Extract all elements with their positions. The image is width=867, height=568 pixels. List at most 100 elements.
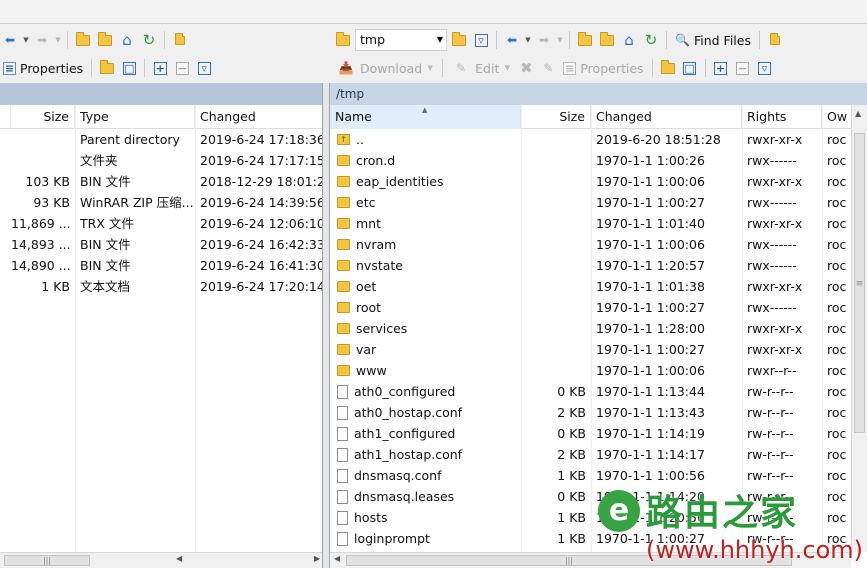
forward-arrow-icon[interactable]: ➡ <box>534 30 554 50</box>
cell-name: nvram <box>330 234 521 255</box>
table-row[interactable]: root 1970-1-1 1:00:27 rwx------ roc <box>330 297 852 318</box>
new-folder-icon[interactable] <box>658 58 678 78</box>
copy-window-icon[interactable]: □ <box>680 58 700 78</box>
col-owner-header[interactable]: Ow <box>822 105 852 129</box>
table-row[interactable]: 14,890 ... BIN 文件 2019-6-24 16:41:30 <box>0 255 322 276</box>
select-plus-icon[interactable]: + <box>711 58 731 78</box>
scroll-thumb[interactable]: ||| <box>4 555 90 566</box>
parent-folder-icon: ↑ <box>337 134 350 145</box>
table-row[interactable]: 1 KB 文本文档 2019-6-24 17:20:14 <box>0 276 322 297</box>
edit-button[interactable]: ✎ Edit ▼ <box>448 57 514 79</box>
file-icon <box>337 510 348 525</box>
scroll-right-arrow-icon[interactable]: ▶ <box>314 554 320 563</box>
select-minus-icon[interactable]: − <box>733 58 753 78</box>
edit-dropdown-icon[interactable]: ▼ <box>503 64 511 72</box>
cell-size: 0 KB <box>557 426 586 441</box>
forward-dropdown-icon[interactable]: ▼ <box>54 36 62 44</box>
home-icon[interactable]: ⌂ <box>117 30 137 50</box>
delete-icon[interactable]: ✖ <box>516 58 536 78</box>
scroll-left-arrow-icon[interactable]: ◀ <box>176 554 182 563</box>
select-plus-icon[interactable]: + <box>150 58 170 78</box>
cell-owner: roc <box>827 258 847 273</box>
forward-arrow-icon[interactable]: ➡ <box>32 30 52 50</box>
cell-size: 0 KB <box>557 384 586 399</box>
table-row[interactable]: dnsmasq.conf 1 KB 1970-1-1 1:00:56 rw-r--r-… <box>330 465 852 486</box>
download-dropdown-icon[interactable]: ▼ <box>426 64 434 72</box>
col-rights-header[interactable]: Rights <box>742 105 822 129</box>
cell-changed: 1970-1-1 1:13:43 <box>596 405 705 420</box>
table-row[interactable]: services 1970-1-1 1:28:00 rwxr-xr-x roc <box>330 318 852 339</box>
table-row[interactable]: 93 KB WinRAR ZIP 压缩... 2019-6-24 14:39:56 <box>0 192 322 213</box>
find-files-button[interactable]: 🔍 Find Files <box>672 29 754 51</box>
back-arrow-icon[interactable]: ⬅ <box>502 30 522 50</box>
cell-name: var <box>330 339 521 360</box>
filter-icon[interactable]: ▿ <box>471 30 491 50</box>
col-changed-header[interactable]: Changed <box>591 105 742 129</box>
download-button[interactable]: 📥 Download ▼ <box>333 57 437 79</box>
table-row[interactable]: Parent directory 2019-6-24 17:18:36 <box>0 129 322 150</box>
forward-dropdown-icon[interactable]: ▼ <box>556 36 564 44</box>
back-dropdown-icon[interactable]: ▼ <box>22 36 30 44</box>
table-row[interactable]: nvram 1970-1-1 1:00:06 rwx------ roc <box>330 234 852 255</box>
cell-rights: rwxr-xr-x <box>747 216 803 231</box>
scroll-up-arrow-icon[interactable]: ▲ <box>855 109 861 118</box>
col-name-header[interactable]: Name ▲ <box>330 105 521 129</box>
home-icon[interactable]: ⌂ <box>619 30 639 50</box>
right-properties-button[interactable]: ≡ Properties <box>560 57 646 79</box>
select-minus-icon[interactable]: − <box>172 58 192 78</box>
col-changed-header[interactable]: Changed <box>195 105 322 129</box>
file-icon <box>337 447 348 462</box>
left-properties-button[interactable]: ≡ Properties <box>0 57 86 79</box>
new-folder-icon[interactable] <box>97 58 117 78</box>
col-size-header[interactable]: Size <box>521 105 591 129</box>
table-row[interactable]: var 1970-1-1 1:00:27 rwxr-xr-x roc <box>330 339 852 360</box>
rename-icon[interactable]: ✎ <box>538 58 558 78</box>
back-dropdown-icon[interactable]: ▼ <box>524 36 532 44</box>
cell-size <box>521 150 591 171</box>
table-row[interactable]: ath1_hostap.conf 2 KB 1970-1-1 1:14:17 rw-r… <box>330 444 852 465</box>
path-dropdown-icon[interactable]: ▼ <box>437 30 443 50</box>
toolbar-separator <box>164 31 165 49</box>
refresh-icon[interactable]: ↻ <box>139 30 159 50</box>
table-row[interactable]: oet 1970-1-1 1:01:38 rwxr-xr-x roc <box>330 276 852 297</box>
copy-window-icon[interactable]: □ <box>119 58 139 78</box>
col-type-header[interactable]: Type <box>75 105 195 129</box>
refresh-icon[interactable]: ↻ <box>641 30 661 50</box>
parent-dir-icon[interactable] <box>73 30 93 50</box>
local-horizontal-scrollbar[interactable]: ||| ◀ ▶ <box>0 552 322 568</box>
table-row[interactable]: ath0_configured 0 KB 1970-1-1 1:13:44 rw-r-… <box>330 381 852 402</box>
cell-changed: 1970-1-1 1:00:06 <box>596 174 705 189</box>
scroll-thumb[interactable]: ≡ <box>854 133 865 433</box>
download-label: Download <box>360 60 423 76</box>
table-row[interactable]: nvstate 1970-1-1 1:20:57 rwx------ roc <box>330 255 852 276</box>
cell-changed: 1970-1-1 1:01:40 <box>596 216 705 231</box>
path-folder-icon <box>333 30 353 50</box>
filter-icon[interactable]: ▿ <box>194 58 214 78</box>
table-row[interactable]: eap_identities 1970-1-1 1:00:06 rwxr-xr-x r… <box>330 171 852 192</box>
back-arrow-icon[interactable]: ⬅ <box>0 30 20 50</box>
table-row[interactable]: mnt 1970-1-1 1:01:40 rwxr-xr-x roc <box>330 213 852 234</box>
toolbar-separator <box>91 59 93 77</box>
table-row[interactable]: www 1970-1-1 1:00:06 rwxr--r-- roc <box>330 360 852 381</box>
table-row[interactable]: etc 1970-1-1 1:00:27 rwx------ roc <box>330 192 852 213</box>
table-row[interactable]: ath1_configured 0 KB 1970-1-1 1:14:19 rw-r-… <box>330 423 852 444</box>
file-name: oet <box>356 279 377 294</box>
parent-dir-icon[interactable] <box>575 30 595 50</box>
table-row[interactable]: cron.d 1970-1-1 1:00:26 rwx------ roc <box>330 150 852 171</box>
col-size-header[interactable]: Size <box>6 105 75 129</box>
filter-icon[interactable]: ▿ <box>755 58 775 78</box>
path-combobox[interactable]: tmp ▼ <box>355 29 447 51</box>
tree-icon[interactable] <box>765 30 785 50</box>
table-row[interactable]: 文件夹 2019-6-24 17:17:15 <box>0 150 322 171</box>
table-row[interactable]: 103 KB BIN 文件 2018-12-29 18:01:22 <box>0 171 322 192</box>
table-row[interactable]: ↑.. 2019-6-20 18:51:28 rwxr-xr-x roc <box>330 129 852 150</box>
table-row[interactable]: ath0_hostap.conf 2 KB 1970-1-1 1:13:43 rw-r… <box>330 402 852 423</box>
table-row[interactable]: 14,893 ... BIN 文件 2019-6-24 16:42:33 <box>0 234 322 255</box>
scroll-left-arrow-icon[interactable]: ◀ <box>334 554 340 563</box>
tree-icon[interactable] <box>170 30 190 50</box>
open-directory-icon[interactable] <box>449 30 469 50</box>
table-row[interactable]: 11,869 ... TRX 文件 2019-6-24 12:06:10 <box>0 213 322 234</box>
root-dir-icon[interactable] <box>597 30 617 50</box>
root-dir-icon[interactable] <box>95 30 115 50</box>
cell-size <box>521 339 591 360</box>
